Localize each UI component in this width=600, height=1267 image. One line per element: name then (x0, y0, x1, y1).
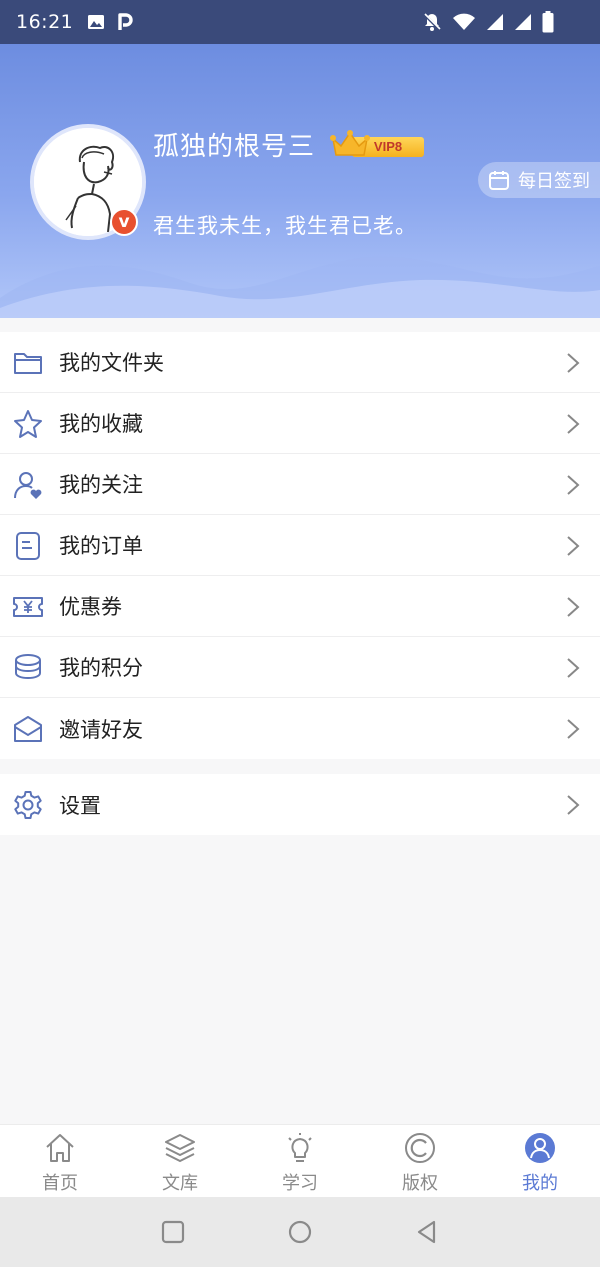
username: 孤独的根号三 (153, 132, 316, 162)
menu-item-points[interactable]: 我的积分 (0, 637, 600, 698)
menu-label: 我的关注 (59, 473, 143, 497)
menu-item-following[interactable]: 我的关注 (0, 454, 600, 515)
menu-label: 邀请好友 (59, 717, 143, 742)
bulb-icon (288, 1133, 312, 1162)
back-button-icon[interactable] (414, 1219, 440, 1245)
nav-label: 我的 (522, 1173, 558, 1194)
folder-icon (14, 353, 42, 374)
order-icon (16, 532, 40, 560)
menu-item-invite[interactable]: 邀请好友 (0, 698, 600, 759)
menu-item-folder[interactable]: 我的文件夹 (0, 332, 600, 393)
nav-item-home[interactable]: 首页 (0, 1125, 120, 1197)
daily-checkin-button[interactable]: 每日签到 (478, 162, 600, 198)
chevron-right-icon (567, 536, 580, 556)
home-button-icon[interactable] (287, 1219, 313, 1245)
menu-item-orders[interactable]: 我的订单 (0, 515, 600, 576)
layers-icon (165, 1134, 195, 1163)
calendar-icon (489, 171, 509, 190)
mail-icon (14, 716, 42, 742)
chevron-right-icon (567, 597, 580, 617)
menu-label: 我的订单 (59, 534, 143, 558)
star-icon (14, 410, 42, 438)
nav-item-library[interactable]: 文库 (120, 1125, 240, 1197)
menu-item-settings[interactable]: 设置 (0, 774, 600, 835)
nav-item-mine[interactable]: 我的 (480, 1125, 600, 1197)
home-icon (46, 1134, 74, 1162)
profile-icon (525, 1133, 555, 1163)
checkin-label: 每日签到 (518, 171, 590, 192)
verified-badge: v (110, 208, 138, 236)
nav-item-copyright[interactable]: 版权 (360, 1125, 480, 1197)
vip-badge: VIP8 (330, 129, 426, 159)
nav-item-study[interactable]: 学习 (240, 1125, 360, 1197)
chevron-right-icon (567, 658, 580, 678)
signal-2-icon (515, 14, 531, 30)
chevron-right-icon (567, 353, 580, 373)
menu-label: 我的文件夹 (59, 351, 164, 375)
chevron-right-icon (567, 414, 580, 434)
menu-label: 优惠券 (59, 595, 122, 619)
profile-motto: 君生我未生，我生君已老。 (153, 214, 417, 238)
menu-label: 我的收藏 (59, 412, 143, 436)
profile-header: v 孤独的根号三 VIP8 君生我未生，我生君已老。 每日签到 (0, 44, 600, 318)
recents-button-icon[interactable] (160, 1219, 186, 1245)
nav-label: 版权 (402, 1173, 438, 1194)
nav-label: 文库 (162, 1173, 198, 1194)
menu-label: 设置 (59, 793, 101, 818)
system-nav-bar (0, 1197, 600, 1267)
coupon-icon (13, 597, 43, 617)
menu-item-favorites[interactable]: 我的收藏 (0, 393, 600, 454)
crown-icon (330, 130, 370, 156)
status-bar: 16:21 (0, 0, 600, 44)
gear-icon (14, 791, 42, 819)
signal-icon (487, 14, 503, 30)
bell-off-icon (422, 12, 442, 32)
nav-label: 首页 (42, 1173, 78, 1194)
wifi-icon (453, 13, 475, 30)
hills-decoration (0, 256, 600, 318)
copyright-icon (405, 1133, 435, 1163)
menu-label: 我的积分 (59, 656, 143, 680)
settings-group: 设置 (0, 774, 600, 835)
coins-icon (15, 654, 41, 680)
battery-icon (542, 11, 554, 33)
bottom-nav: 首页 文库 学习 版权 我的 (0, 1124, 600, 1197)
status-time: 16:21 (16, 11, 74, 33)
nav-label: 学习 (282, 1173, 318, 1194)
chevron-right-icon (567, 475, 580, 495)
chevron-right-icon (567, 795, 580, 815)
p-notification-icon (118, 13, 133, 30)
menu-item-coupons[interactable]: 优惠券 (0, 576, 600, 637)
user-heart-icon (14, 472, 42, 499)
menu-list: 我的文件夹 我的收藏 我的关注 我的订单 优惠券 我的积分 邀请好友 (0, 332, 600, 759)
chevron-right-icon (567, 719, 580, 739)
image-notification-icon (88, 15, 105, 29)
